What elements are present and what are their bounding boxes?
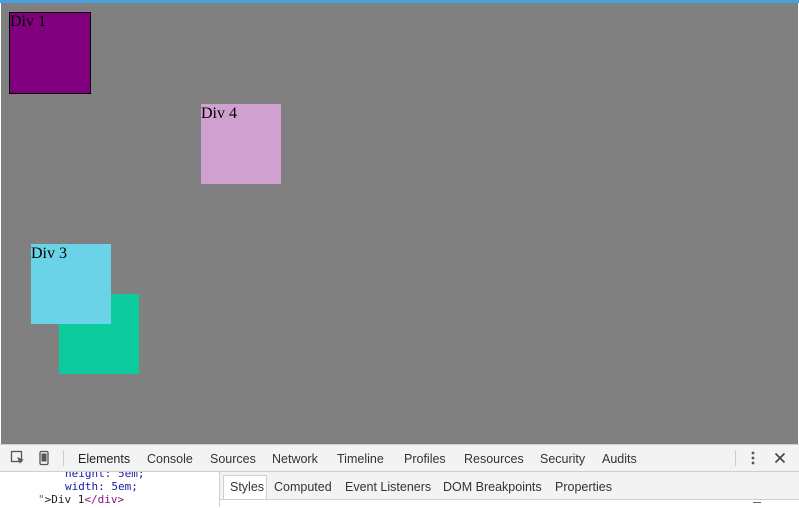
toolbar-separator (735, 450, 736, 466)
dom-code-line[interactable]: ">Div 1</div> (38, 493, 124, 506)
inspect-element-icon[interactable] (10, 450, 26, 466)
tab-dom-breakpoints[interactable]: DOM Breakpoints (443, 480, 542, 494)
side-panel-tabs: Styles Computed Event Listeners DOM Brea… (220, 472, 799, 499)
tab-elements[interactable]: Elements (78, 451, 130, 467)
styles-side-panel: Styles Computed Event Listeners DOM Brea… (220, 472, 799, 508)
dom-code-line: width: 5em; (65, 480, 138, 493)
tab-styles[interactable]: Styles (230, 480, 264, 494)
div-1-box[interactable]: Div 1 (9, 12, 91, 94)
dom-tree-panel[interactable]: height: 5em; width: 5em; ">Div 1</div> (0, 472, 220, 507)
more-options-icon[interactable] (745, 450, 761, 466)
tab-timeline[interactable]: Timeline (337, 451, 384, 467)
tab-network[interactable]: Network (272, 451, 318, 467)
toolbar-separator (63, 450, 64, 466)
device-mode-icon[interactable] (36, 450, 52, 466)
close-icon[interactable] (772, 450, 788, 466)
tab-security[interactable]: Security (540, 451, 585, 467)
devtools-toolbar: Elements Console Sources Network Timelin… (0, 445, 799, 472)
div-4-label: Div 4 (201, 105, 237, 122)
tab-console[interactable]: Console (147, 451, 193, 467)
tab-event-listeners[interactable]: Event Listeners (345, 480, 431, 494)
dom-quote: " (38, 493, 45, 506)
div-4-box[interactable]: Div 4 (201, 104, 281, 184)
dom-text: >Div 1 (44, 493, 85, 506)
styles-content-area[interactable] (220, 499, 799, 508)
scroll-indicator (753, 502, 761, 503)
dom-code-line: height: 5em; (65, 472, 145, 480)
dom-close-tag: </div> (84, 493, 125, 506)
tab-computed[interactable]: Computed (274, 480, 332, 494)
tab-profiles[interactable]: Profiles (404, 451, 446, 467)
div-3-box[interactable]: Div 3 (31, 244, 111, 324)
div-1-label: Div 1 (10, 13, 46, 30)
tab-sources[interactable]: Sources (210, 451, 256, 467)
tab-properties[interactable]: Properties (555, 480, 612, 494)
page-viewport: Div 1 Div 4 Div 3 (1, 3, 798, 444)
tab-resources[interactable]: Resources (464, 451, 524, 467)
tab-audits[interactable]: Audits (602, 451, 637, 467)
devtools-panel: Elements Console Sources Network Timelin… (0, 444, 799, 508)
div-3-label: Div 3 (31, 245, 67, 262)
